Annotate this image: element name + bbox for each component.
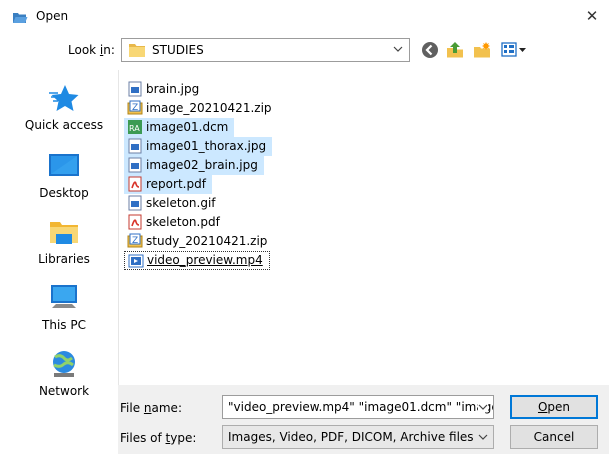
list-item[interactable]: video_preview.mp4 bbox=[124, 251, 270, 270]
place-label: Network bbox=[38, 384, 90, 398]
list-item[interactable]: report.pdf bbox=[124, 175, 212, 194]
image-file-icon bbox=[128, 138, 142, 154]
place-quick-access[interactable]: Quick access bbox=[14, 82, 114, 132]
chevron-down-icon bbox=[393, 46, 403, 52]
pdf-file-icon bbox=[128, 214, 142, 230]
open-button[interactable]: Open bbox=[510, 395, 598, 419]
up-folder-icon[interactable] bbox=[445, 40, 465, 60]
list-item[interactable]: skeleton.pdf bbox=[124, 213, 226, 232]
list-item[interactable]: Z study_20210421.zip bbox=[124, 232, 273, 251]
place-this-pc[interactable]: This PC bbox=[14, 282, 114, 332]
look-in-combobox[interactable]: STUDIES bbox=[121, 38, 410, 62]
look-in-label: Look in: bbox=[68, 43, 115, 57]
list-item[interactable]: image01_thorax.jpg bbox=[124, 137, 273, 156]
file-name: skeleton.pdf bbox=[146, 215, 220, 229]
list-item[interactable]: skeleton.gif bbox=[124, 194, 222, 213]
place-label: This PC bbox=[42, 318, 86, 332]
place-label: Libraries bbox=[38, 252, 90, 266]
file-name: image02_brain.jpg bbox=[146, 158, 258, 172]
place-label: Desktop bbox=[39, 186, 89, 200]
file-name-label: File name: bbox=[120, 401, 182, 415]
desktop-icon bbox=[49, 154, 79, 176]
quick-access-star-icon bbox=[49, 85, 79, 111]
window-title: Open bbox=[36, 9, 69, 23]
file-name: report.pdf bbox=[146, 177, 206, 191]
file-type-combobox[interactable]: Images, Video, PDF, DICOM, Archive files bbox=[222, 425, 494, 449]
title-bar: Open ✕ bbox=[0, 0, 609, 34]
this-pc-icon bbox=[51, 285, 77, 308]
svg-text:Z: Z bbox=[132, 236, 138, 246]
place-desktop[interactable]: Desktop bbox=[14, 150, 114, 200]
dialog-footer: File name: "video_preview.mp4" "image01.… bbox=[118, 385, 609, 454]
image-file-icon bbox=[128, 195, 142, 211]
place-label: Quick access bbox=[24, 118, 104, 132]
place-libraries[interactable]: Libraries bbox=[14, 216, 114, 266]
dicom-file-icon: RA bbox=[128, 120, 142, 134]
list-item[interactable]: Z image_20210421.zip bbox=[124, 99, 278, 118]
file-type-label: Files of type: bbox=[120, 431, 197, 445]
libraries-icon bbox=[50, 222, 78, 244]
file-name: skeleton.gif bbox=[146, 196, 216, 210]
file-name: brain.jpg bbox=[146, 82, 200, 96]
svg-text:Z: Z bbox=[132, 103, 138, 113]
place-network[interactable]: Network bbox=[14, 348, 114, 398]
new-folder-icon[interactable] bbox=[472, 40, 492, 60]
image-file-icon bbox=[128, 81, 142, 97]
file-name: video_preview.mp4 bbox=[147, 253, 263, 267]
file-list[interactable]: brain.jpg Z image_20210421.zip RA image0… bbox=[118, 70, 609, 385]
close-button[interactable]: ✕ bbox=[582, 6, 602, 26]
close-icon: ✕ bbox=[585, 7, 599, 25]
svg-text:RA: RA bbox=[129, 124, 140, 133]
file-name-value: "video_preview.mp4" "image01.dcm" "image… bbox=[228, 400, 494, 414]
list-item[interactable]: image02_brain.jpg bbox=[124, 156, 264, 175]
video-file-icon bbox=[128, 254, 144, 268]
folder-icon bbox=[129, 44, 145, 57]
back-icon[interactable] bbox=[420, 40, 440, 60]
file-name: image01.dcm bbox=[146, 120, 229, 134]
file-name: image_20210421.zip bbox=[146, 101, 272, 115]
zip-file-icon: Z bbox=[127, 233, 143, 248]
file-name: image01_thorax.jpg bbox=[146, 139, 267, 153]
chevron-down-icon bbox=[478, 434, 488, 440]
image-file-icon bbox=[128, 157, 142, 173]
list-item[interactable]: RA image01.dcm bbox=[124, 118, 235, 137]
places-bar: Quick access Desktop Libraries This PC N… bbox=[14, 70, 114, 452]
view-menu-icon[interactable] bbox=[500, 40, 528, 60]
list-item[interactable]: brain.jpg bbox=[124, 80, 205, 99]
open-dialog-icon bbox=[13, 13, 28, 23]
chevron-down-icon[interactable] bbox=[478, 403, 488, 411]
file-name-combobox[interactable]: "video_preview.mp4" "image01.dcm" "image… bbox=[222, 395, 494, 419]
network-icon bbox=[53, 351, 75, 377]
look-in-value: STUDIES bbox=[152, 43, 204, 57]
file-type-value: Images, Video, PDF, DICOM, Archive files bbox=[228, 430, 474, 444]
pdf-file-icon bbox=[128, 176, 142, 192]
cancel-button[interactable]: Cancel bbox=[510, 425, 598, 449]
zip-file-icon: Z bbox=[127, 100, 143, 115]
file-name: study_20210421.zip bbox=[146, 234, 268, 248]
